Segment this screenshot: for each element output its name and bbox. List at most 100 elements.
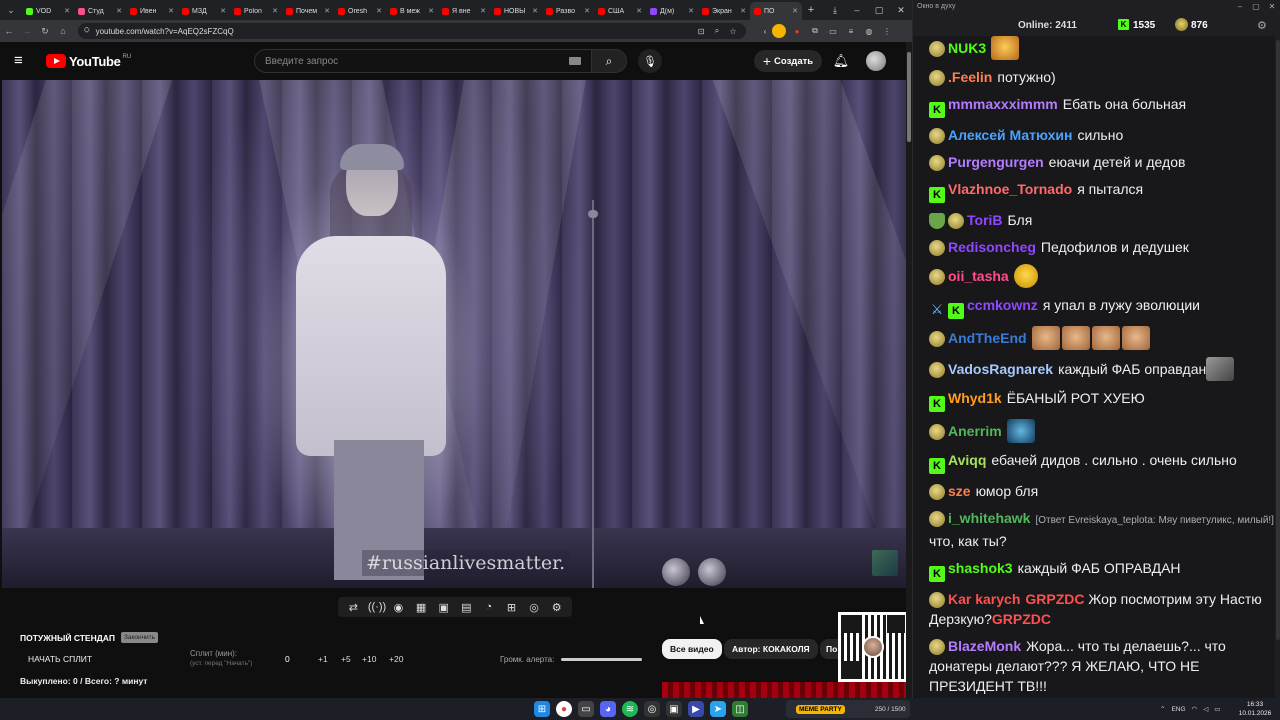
tab-search-icon[interactable]: ⌄: [0, 0, 22, 20]
chat-username[interactable]: ToriB: [967, 212, 1003, 228]
clapper-icon[interactable]: ▦: [413, 601, 429, 614]
maximize-button[interactable]: ▢: [868, 0, 890, 20]
start-split-button[interactable]: НАЧАТЬ СПЛИТ: [28, 654, 92, 664]
url-field[interactable]: ⛭ youtube.com/watch?v=AqEQ2sFZCqQ: [78, 23, 746, 39]
browser-tab[interactable]: Д(м) ✕: [646, 2, 698, 20]
chat-username[interactable]: Anerrim: [948, 423, 1002, 439]
chat-username[interactable]: VadosRagnarek: [948, 361, 1053, 377]
browser-menu-icon[interactable]: ⋮: [880, 24, 894, 38]
create-button[interactable]: + Создать: [754, 50, 822, 72]
close-window-button[interactable]: ✕: [890, 0, 912, 20]
chat-username[interactable]: NUK3: [948, 40, 986, 56]
tab-close-icon[interactable]: ✕: [636, 7, 642, 15]
obs-icon[interactable]: ◎: [644, 701, 660, 717]
chat-username[interactable]: Redisoncheg: [948, 239, 1036, 255]
hamburger-menu-icon[interactable]: ≡: [14, 52, 32, 70]
install-icon[interactable]: ⊡: [694, 24, 708, 38]
chat-username[interactable]: Purgengurgen: [948, 154, 1044, 170]
tab-close-icon[interactable]: ✕: [532, 7, 538, 15]
tab-close-icon[interactable]: ✕: [428, 7, 434, 15]
extensions-puzzle-icon[interactable]: ⧉: [808, 24, 822, 38]
browser-tab[interactable]: США ✕: [594, 2, 646, 20]
discord-icon[interactable]: ◕: [600, 701, 616, 717]
file-explorer-icon[interactable]: ▭: [578, 701, 594, 717]
search-input[interactable]: Введите запрос: [254, 49, 592, 73]
browser-tab[interactable]: Почем ✕: [282, 2, 334, 20]
chat-username[interactable]: Vlazhnoe_Tornado: [948, 181, 1072, 197]
chat-username[interactable]: AndTheEnd: [948, 330, 1027, 346]
forward-button[interactable]: →: [18, 20, 36, 42]
tray-overflow-icon[interactable]: ⌃: [1160, 705, 1165, 713]
recommended-thumbnail[interactable]: [662, 682, 906, 698]
extension-avatar-icon[interactable]: [772, 24, 786, 38]
wifi-icon[interactable]: ◠: [1192, 705, 1198, 713]
back-button[interactable]: ←: [0, 20, 18, 42]
search-button[interactable]: ⌕: [591, 49, 627, 73]
app-green-icon[interactable]: ◫: [732, 701, 748, 717]
start-menu-icon[interactable]: ⊞: [534, 701, 550, 717]
notifications-bell-icon[interactable]: 🔔︎: [832, 52, 850, 70]
layout-icon[interactable]: ▤: [458, 601, 474, 614]
broadcast-icon[interactable]: ((·)): [368, 601, 386, 613]
tab-close-icon[interactable]: ✕: [740, 7, 746, 15]
tab-close-icon[interactable]: ✕: [272, 7, 278, 15]
download-icon[interactable]: ⤓: [824, 0, 846, 20]
browser-tab[interactable]: Ивен ✕: [126, 2, 178, 20]
chat-username[interactable]: shashok3: [948, 560, 1013, 576]
chat-username[interactable]: ccmkownz: [967, 297, 1038, 313]
browser-tab[interactable]: Oresh ✕: [334, 2, 386, 20]
picture-in-picture-icon[interactable]: ▣: [436, 601, 452, 614]
tab-close-icon[interactable]: ✕: [376, 7, 382, 15]
browser-tab[interactable]: Разво ✕: [542, 2, 594, 20]
chat-username[interactable]: Whyd1k: [948, 390, 1002, 406]
youtube-logo[interactable]: YouTube RU: [46, 53, 131, 69]
browser-tab[interactable]: НОВЫ ✕: [490, 2, 542, 20]
chat-username[interactable]: .Feelin: [948, 69, 992, 85]
meme-party-widget[interactable]: MEME PARTY 250 / 1500: [786, 700, 910, 718]
browser-tab[interactable]: В меж ✕: [386, 2, 438, 20]
app-icon[interactable]: ▣: [666, 701, 682, 717]
sidebar-icon[interactable]: ▭: [826, 24, 840, 38]
chat-username[interactable]: BlazeMonk: [948, 638, 1021, 654]
keyboard-icon[interactable]: [569, 57, 581, 65]
browser-tab[interactable]: Polon ✕: [230, 2, 282, 20]
split-add-5-button[interactable]: +5: [341, 654, 351, 664]
reload-button[interactable]: ↻: [36, 20, 54, 42]
finish-button[interactable]: Закончить: [120, 632, 158, 643]
chat-username[interactable]: Aviqq: [948, 452, 986, 468]
home-button[interactable]: ⌂: [54, 20, 72, 42]
chat-maximize-button[interactable]: ▢: [1249, 0, 1263, 14]
browser-tab[interactable]: VOD ✕: [22, 2, 74, 20]
chat-username[interactable]: mmmaxxximmm: [948, 96, 1058, 112]
reading-list-icon[interactable]: ≡: [844, 24, 858, 38]
chat-scrollbar-thumb[interactable]: [1276, 40, 1280, 640]
volume-icon[interactable]: ◁: [1203, 705, 1208, 713]
extension-red-icon[interactable]: ●: [790, 24, 804, 38]
telegram-icon[interactable]: ➤: [710, 701, 726, 717]
browser-tab[interactable]: Студ ✕: [74, 2, 126, 20]
video-player[interactable]: #russianlivesmatter.: [2, 80, 906, 588]
extension-icon[interactable]: ‹: [758, 24, 772, 38]
scrollbar-thumb[interactable]: [907, 52, 911, 142]
eye-icon[interactable]: ◉: [390, 601, 406, 614]
chat-scrollbar[interactable]: [1275, 36, 1280, 698]
alert-volume-slider[interactable]: [561, 658, 642, 661]
camera-icon[interactable]: ◎: [526, 601, 542, 614]
media-player-icon[interactable]: ▶: [688, 701, 704, 717]
chat-minimize-button[interactable]: –: [1233, 0, 1247, 14]
channel-watermark[interactable]: [872, 550, 898, 576]
bookmark-star-icon[interactable]: ☆: [726, 24, 740, 38]
add-icon[interactable]: ⊞: [503, 601, 519, 614]
chat-username[interactable]: oii_tasha: [948, 268, 1009, 284]
tab-close-icon[interactable]: ✕: [168, 7, 174, 15]
split-add-10-button[interactable]: +10: [362, 654, 376, 664]
chat-close-button[interactable]: ✕: [1265, 0, 1279, 14]
browser-tab[interactable]: Экран ✕: [698, 2, 750, 20]
account-avatar[interactable]: [866, 51, 886, 71]
split-add-1-button[interactable]: +1: [318, 654, 328, 664]
browser-tab[interactable]: Я вне ✕: [438, 2, 490, 20]
tab-close-icon[interactable]: ✕: [480, 7, 486, 15]
chrome-icon[interactable]: ●: [556, 701, 572, 717]
chat-username[interactable]: i_whitehawk: [948, 510, 1030, 526]
chat-username[interactable]: Алексей Матюхин: [948, 127, 1072, 143]
